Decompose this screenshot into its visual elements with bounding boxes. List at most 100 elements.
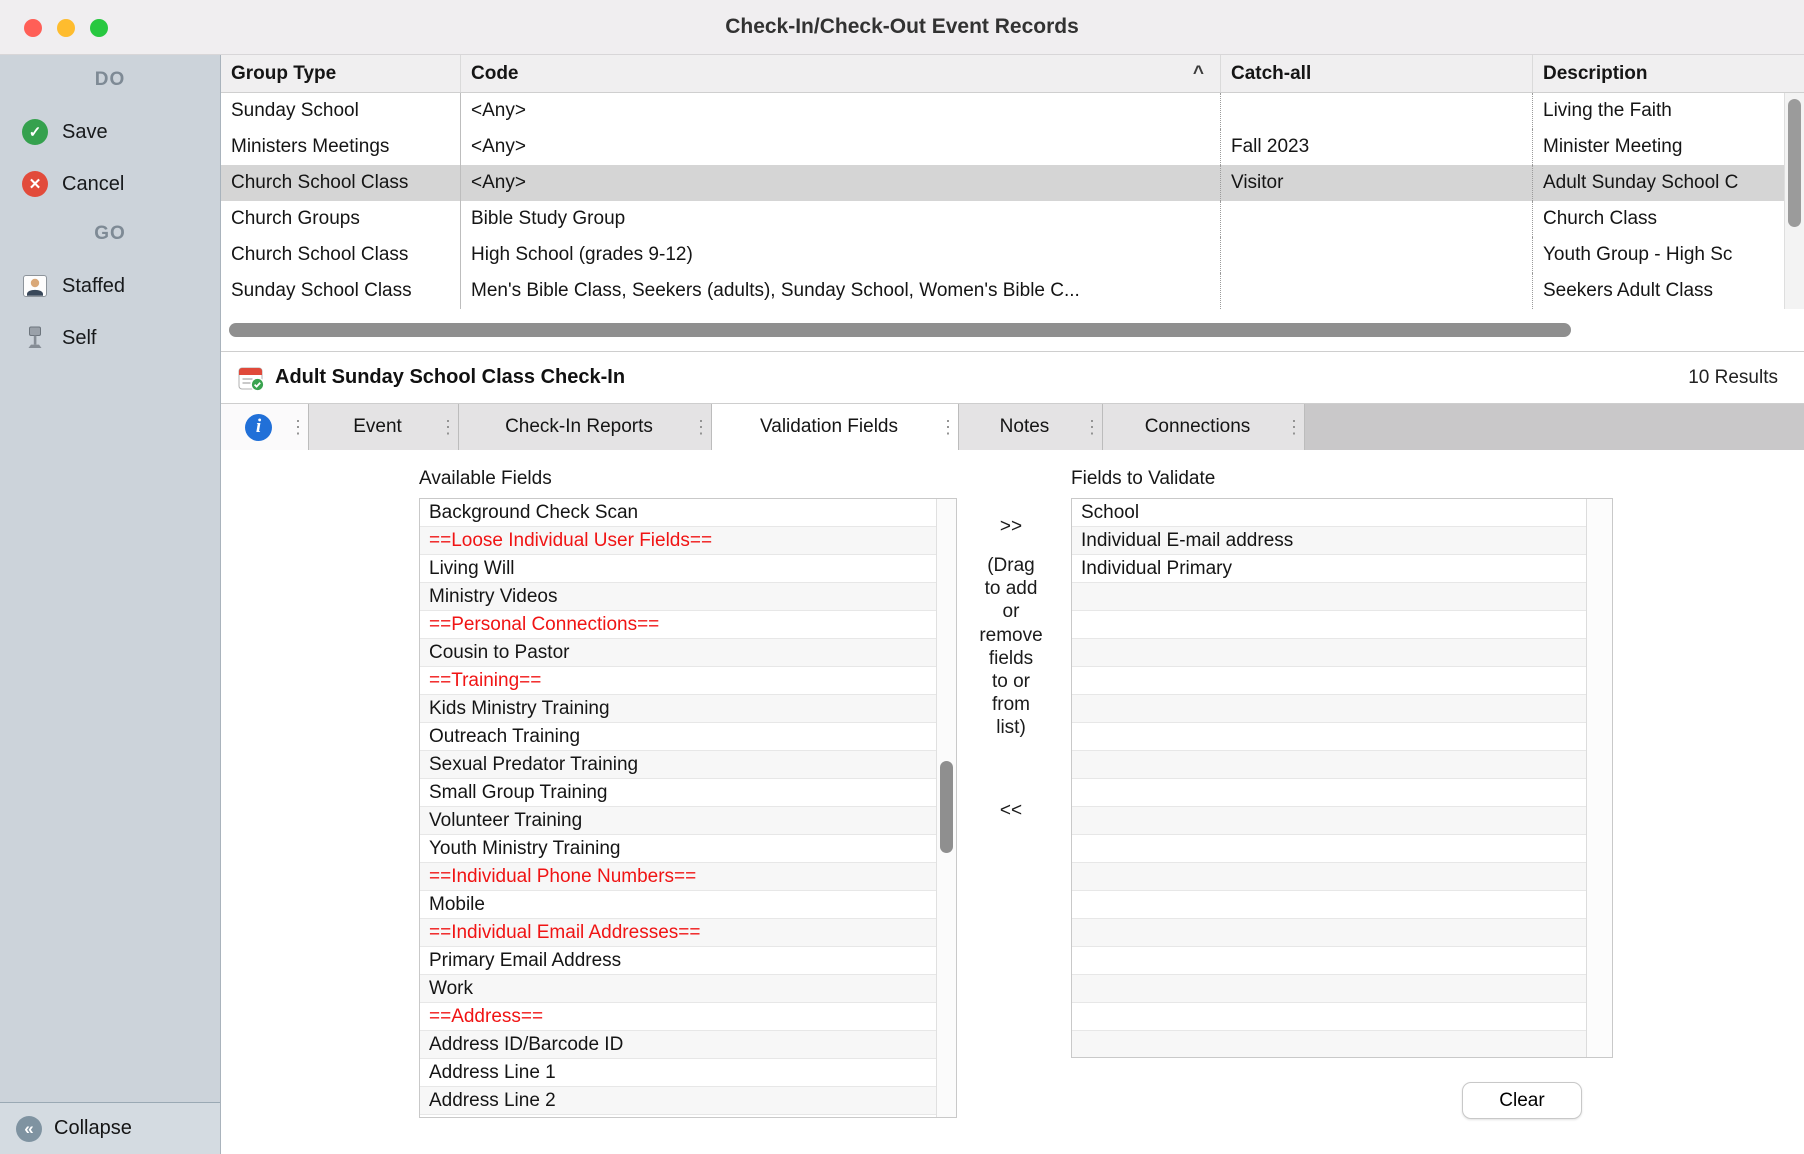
cell-code: Bible Study Group — [461, 201, 1221, 237]
table-horizontal-scrollbar-thumb[interactable] — [229, 323, 1571, 337]
table-row[interactable]: Ministers Meetings <Any> Fall 2023 Minis… — [221, 129, 1804, 165]
column-header-group-type[interactable]: Group Type — [221, 55, 461, 92]
available-list-scrollbar-thumb[interactable] — [940, 761, 953, 853]
list-item[interactable]: Individual Primary — [1072, 555, 1612, 583]
cancel-button[interactable]: Cancel — [22, 166, 214, 202]
save-button[interactable]: Save — [22, 114, 214, 150]
list-item[interactable]: Small Group Training — [420, 779, 956, 807]
staffed-button[interactable]: Staffed — [22, 268, 214, 304]
tab-menu-icon[interactable] — [691, 417, 711, 438]
list-item[interactable]: School — [1072, 499, 1612, 527]
staffed-label: Staffed — [62, 275, 125, 298]
list-item-category[interactable]: ==Individual Phone Numbers== — [420, 863, 956, 891]
list-item[interactable]: Ministry Videos — [420, 583, 956, 611]
cell-group-type: Sunday School Class — [221, 273, 461, 309]
cell-code: <Any> — [461, 165, 1221, 201]
remove-fields-button[interactable]: << — [959, 800, 1063, 822]
clear-button[interactable]: Clear — [1462, 1082, 1582, 1119]
tab-event[interactable]: Event — [309, 404, 459, 450]
cell-description: Adult Sunday School C — [1533, 165, 1804, 201]
cell-description: Living the Faith — [1533, 93, 1804, 129]
detail-title: Adult Sunday School Class Check-In — [275, 366, 625, 389]
table-vertical-scrollbar-thumb[interactable] — [1788, 99, 1801, 227]
fields-to-validate-label: Fields to Validate — [1071, 468, 1215, 490]
zoom-button[interactable] — [90, 19, 108, 37]
validate-list-scrollbar[interactable] — [1586, 499, 1612, 1057]
list-item[interactable]: Volunteer Training — [420, 807, 956, 835]
collapse-chevrons-icon — [16, 1116, 42, 1142]
titlebar: Check-In/Check-Out Event Records — [0, 0, 1804, 55]
list-item[interactable]: Address Line 1 — [420, 1059, 956, 1087]
available-list-scrollbar[interactable] — [936, 499, 956, 1117]
detail-header: Adult Sunday School Class Check-In 10 Re… — [221, 351, 1804, 404]
tab-menu-icon[interactable] — [938, 417, 958, 438]
minimize-button[interactable] — [57, 19, 75, 37]
cell-code: High School (grades 9-12) — [461, 237, 1221, 273]
info-icon[interactable] — [245, 414, 272, 441]
save-check-icon — [22, 119, 48, 145]
column-header-description[interactable]: Description — [1533, 55, 1804, 92]
calendar-check-icon — [237, 364, 265, 392]
table-row[interactable]: Sunday School Class Men's Bible Class, S… — [221, 273, 1804, 309]
sidebar: DO Save Cancel GO Staffed — [0, 55, 221, 1154]
sidebar-header-go: GO — [0, 223, 220, 245]
table-body: Sunday School <Any> Living the Faith Min… — [221, 93, 1804, 309]
list-item[interactable]: Outreach Training — [420, 723, 956, 751]
list-item[interactable]: Living Will — [420, 555, 956, 583]
list-item-category[interactable]: ==Address== — [420, 1003, 956, 1031]
cell-catch-all — [1221, 237, 1533, 273]
window-title: Check-In/Check-Out Event Records — [0, 15, 1804, 39]
table-row-selected[interactable]: Church School Class <Any> Visitor Adult … — [221, 165, 1804, 201]
tab-menu-icon[interactable] — [1284, 417, 1304, 438]
list-item[interactable]: Youth Ministry Training — [420, 835, 956, 863]
tab-validation-fields-active[interactable]: Validation Fields — [712, 404, 959, 450]
column-header-code[interactable]: Code ^ — [461, 55, 1221, 92]
column-header-catch-all[interactable]: Catch-all — [1221, 55, 1533, 92]
tab-check-in-reports[interactable]: Check-In Reports — [459, 404, 712, 450]
tab-menu-icon[interactable] — [1082, 417, 1102, 438]
list-item[interactable]: Primary Email Address — [420, 947, 956, 975]
cell-description: Seekers Adult Class — [1533, 273, 1804, 309]
close-button[interactable] — [24, 19, 42, 37]
cell-group-type: Church School Class — [221, 165, 461, 201]
table-horizontal-scrollbar[interactable] — [221, 309, 1804, 351]
list-item-category[interactable]: ==Individual Email Addresses== — [420, 919, 956, 947]
table-row[interactable]: Church School Class High School (grades … — [221, 237, 1804, 273]
list-item-category[interactable]: ==Personal Connections== — [420, 611, 956, 639]
collapse-button[interactable]: Collapse — [0, 1102, 220, 1154]
cell-group-type: Sunday School — [221, 93, 461, 129]
cancel-label: Cancel — [62, 173, 124, 196]
add-fields-button[interactable]: >> — [959, 516, 1063, 538]
available-fields-label: Available Fields — [419, 468, 552, 490]
cell-code: <Any> — [461, 93, 1221, 129]
list-item[interactable]: Address Line 2 — [420, 1087, 956, 1115]
self-button[interactable]: Self — [22, 320, 214, 356]
table-header: Group Type Code ^ Catch-all Description — [221, 55, 1804, 93]
cell-group-type: Ministers Meetings — [221, 129, 461, 165]
list-item[interactable]: Individual E-mail address — [1072, 527, 1612, 555]
table-vertical-scrollbar[interactable] — [1784, 93, 1804, 309]
list-item-category[interactable]: ==Training== — [420, 667, 956, 695]
sidebar-header-do: DO — [0, 69, 220, 91]
table-row[interactable]: Sunday School <Any> Living the Faith — [221, 93, 1804, 129]
list-item[interactable]: Background Check Scan — [420, 499, 956, 527]
list-item[interactable]: Kids Ministry Training — [420, 695, 956, 723]
cell-description: Minister Meeting — [1533, 129, 1804, 165]
tab-menu-icon[interactable] — [438, 417, 458, 438]
tab-notes[interactable]: Notes — [959, 404, 1103, 450]
tab-bar-filler — [1305, 404, 1804, 450]
tab-info[interactable] — [221, 404, 309, 450]
table-row[interactable]: Church Groups Bible Study Group Church C… — [221, 201, 1804, 237]
tab-event-label: Event — [309, 416, 438, 438]
list-item[interactable]: Address ID/Barcode ID — [420, 1031, 956, 1059]
list-item[interactable]: Sexual Predator Training — [420, 751, 956, 779]
available-fields-list: Background Check Scan ==Loose Individual… — [419, 498, 957, 1118]
tab-menu-icon[interactable] — [288, 417, 308, 438]
list-item[interactable]: Cousin to Pastor — [420, 639, 956, 667]
tab-connections[interactable]: Connections — [1103, 404, 1305, 450]
list-item-category[interactable]: ==Loose Individual User Fields== — [420, 527, 956, 555]
cell-group-type: Church School Class — [221, 237, 461, 273]
list-item[interactable]: Mobile — [420, 891, 956, 919]
list-item[interactable]: Work — [420, 975, 956, 1003]
self-label: Self — [62, 327, 96, 350]
